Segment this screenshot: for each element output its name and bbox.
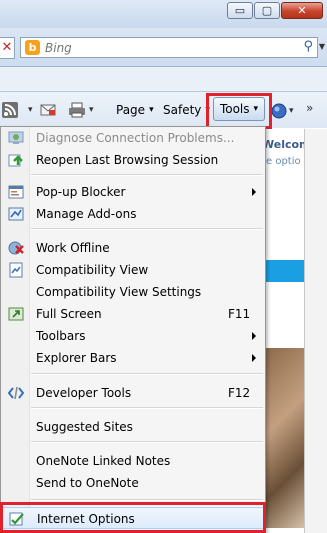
feeds-dropdown-icon[interactable]: ▾ [28,105,33,115]
command-bar: ▾ ▾ Page ▾ Safety ▾ Tools ▾ ▾ » [0,92,327,128]
page-menu-button[interactable]: Page ▾ [116,100,154,120]
menu-item-label: Internet Options [37,512,135,526]
menu-item-send-to-onenote[interactable]: Send to OneNote [2,472,264,494]
menu-item-label: Send to OneNote [36,476,139,490]
maximize-button[interactable]: ▢ [254,2,280,19]
menu-item-label: Developer Tools [36,386,132,400]
help-button[interactable]: ▾ [271,101,294,121]
menu-item-internet-options[interactable]: Internet Options [2,507,264,529]
submenu-arrow-icon [252,188,256,196]
menu-item-reopen-session[interactable]: Reopen Last Browsing Session [2,149,264,171]
search-go-icon[interactable]: ⚲ [303,39,313,54]
address-bar: ✕ b ⚲ ▼ [0,28,327,67]
window-right-frame [304,129,327,533]
window-controls: ▭ ▢ ✕ [226,2,323,19]
close-button[interactable]: ✕ [281,2,323,19]
menu-item-diagnose-connection[interactable]: Diagnose Connection Problems... [2,127,264,149]
title-bar: ▭ ▢ ✕ [0,0,327,28]
submenu-arrow-icon [252,354,256,362]
menu-separator [31,499,263,501]
menu-item-label: Manage Add-ons [36,207,137,221]
menu-item-label: Pop-up Blocker [36,185,126,199]
menu-separator [31,407,263,409]
minimize-button[interactable]: ▭ [227,2,253,19]
menu-item-label: Reopen Last Browsing Session [36,153,219,167]
diagnose-icon [8,131,24,144]
popup-blocker-icon [8,185,24,199]
menu-item-suggested-sites[interactable]: Suggested Sites [2,416,264,438]
tools-menu-button[interactable]: Tools ▾ [213,97,265,121]
menu-item-label: Toolbars [36,329,86,343]
menu-separator [31,373,263,375]
mail-icon [40,104,56,116]
menu-item-label: OneNote Linked Notes [36,454,171,468]
blue-banner [265,260,304,282]
print-dropdown-icon[interactable]: ▾ [89,105,94,115]
page-menu-label: Page [116,103,146,117]
page-dropdown-icon: ▾ [149,105,154,115]
rss-feed-icon [2,102,18,118]
reopen-session-icon [8,154,23,167]
menu-item-full-screen[interactable]: Full Screen F11 [2,303,264,325]
feeds-button[interactable]: ▾ [2,100,33,120]
safety-menu-button[interactable]: Safety ▾ [163,100,210,120]
safety-menu-label: Safety [163,103,202,117]
command-bar-overflow-icon[interactable]: » [306,98,313,118]
stop-icon[interactable]: ✕ [0,37,15,59]
options-text: e optio [266,156,301,167]
menu-item-developer-tools[interactable]: Developer Tools F12 [2,382,264,404]
menu-separator [31,441,263,443]
menu-separator [31,174,263,176]
menu-item-shortcut: F11 [228,307,251,321]
print-button[interactable]: ▾ [68,100,94,120]
menu-item-onenote-linked-notes[interactable]: OneNote Linked Notes [2,450,264,472]
menu-item-label: Work Offline [36,241,110,255]
bing-logo-icon: b [25,40,40,55]
menu-item-label: Suggested Sites [36,420,133,434]
tools-dropdown-icon: ▾ [253,104,259,114]
menu-separator [31,228,263,230]
full-screen-icon [8,307,24,321]
search-dropdown-icon[interactable]: ▼ [319,42,325,51]
tools-menu: Diagnose Connection Problems... Reopen L… [0,126,266,533]
menu-item-label: Full Screen [36,307,102,321]
menu-item-compatibility-view-settings[interactable]: Compatibility View Settings [2,281,264,303]
submenu-arrow-icon [252,332,256,340]
internet-options-icon [9,512,24,526]
tools-menu-label: Tools [219,102,250,116]
help-dropdown-icon[interactable]: ▾ [289,106,294,116]
menu-item-toolbars[interactable]: Toolbars [2,325,264,347]
read-mail-button[interactable] [40,100,56,120]
search-input[interactable] [45,40,265,55]
menu-item-label: Compatibility View [36,263,149,277]
addons-icon [8,207,24,221]
menu-item-shortcut: F12 [228,386,251,400]
tab-strip [0,67,327,92]
menu-item-manage-addons[interactable]: Manage Add-ons [2,203,264,225]
menu-item-work-offline[interactable]: Work Offline [2,237,264,259]
menu-item-label: Compatibility View Settings [36,285,202,299]
help-icon [271,103,287,119]
background-photo [265,348,304,528]
compatibility-view-icon [9,262,23,278]
menu-item-label: Diagnose Connection Problems... [36,131,235,145]
safety-dropdown-icon: ▾ [205,105,210,115]
developer-tools-icon [8,386,24,400]
menu-item-explorer-bars[interactable]: Explorer Bars [2,347,264,369]
work-offline-icon [8,241,24,255]
menu-item-label: Explorer Bars [36,351,117,365]
menu-item-popup-blocker[interactable]: Pop-up Blocker [2,181,264,203]
menu-item-compatibility-view[interactable]: Compatibility View [2,259,264,281]
printer-icon [69,102,85,118]
search-box[interactable]: b ⚲ [20,37,318,58]
